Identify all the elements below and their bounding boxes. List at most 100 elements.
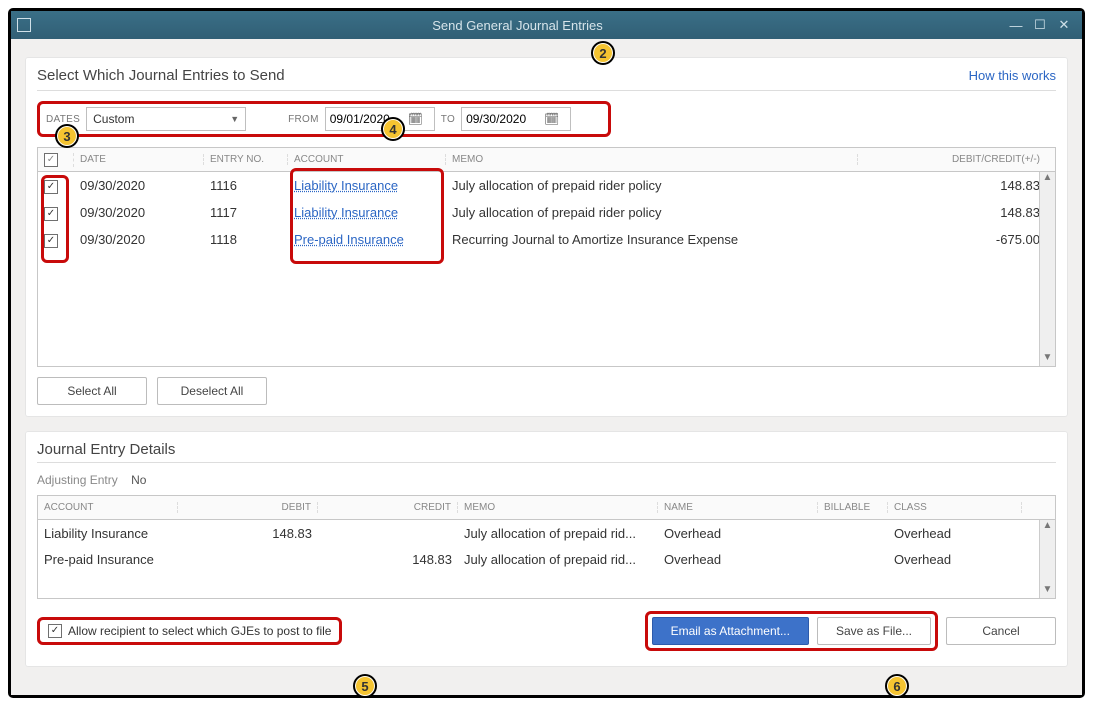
cell-entry: 1117 xyxy=(204,205,288,220)
dcell-account: Pre-paid Insurance xyxy=(38,552,178,567)
entries-table-header: ✓ DATE ENTRY NO. ACCOUNT MEMO DEBIT/CRED… xyxy=(38,148,1055,172)
details-table-header: ACCOUNT DEBIT CREDIT MEMO NAME BILLABLE … xyxy=(38,496,1055,520)
dcell-memo: July allocation of prepaid rid... xyxy=(458,552,658,567)
cell-amount: -675.00 xyxy=(858,232,1046,247)
to-date-field[interactable]: 🗓 xyxy=(461,107,571,131)
titlebar: Send General Journal Entries — ☐ ✕ xyxy=(11,11,1082,39)
scroll-down-icon[interactable]: ▼ xyxy=(1043,352,1053,366)
row-checkbox[interactable]: ✓ xyxy=(44,207,58,221)
dcol-credit[interactable]: CREDIT xyxy=(318,502,458,513)
scrollbar[interactable]: ▲ ▼ xyxy=(1039,172,1055,366)
to-label: TO xyxy=(441,114,455,125)
details-row[interactable]: Liability Insurance 148.83 July allocati… xyxy=(38,520,1055,546)
calendar-icon[interactable]: 🗓 xyxy=(408,112,423,126)
table-row xyxy=(38,334,1055,361)
cell-memo: July allocation of prepaid rider policy xyxy=(446,178,858,193)
details-row[interactable]: Pre-paid Insurance 148.83 July allocatio… xyxy=(38,546,1055,572)
from-date-field[interactable]: 🗓 xyxy=(325,107,435,131)
dcol-memo[interactable]: MEMO xyxy=(458,502,658,513)
col-account[interactable]: ACCOUNT xyxy=(288,154,446,165)
dcol-class[interactable]: CLASS xyxy=(888,502,1022,513)
scroll-up-icon[interactable]: ▲ xyxy=(1043,520,1053,534)
table-row xyxy=(38,253,1055,280)
dcol-name[interactable]: NAME xyxy=(658,502,818,513)
col-debit-credit[interactable]: DEBIT/CREDIT(+/-) xyxy=(858,154,1046,165)
cell-amount: 148.83 xyxy=(858,178,1046,193)
dcell-memo: July allocation of prepaid rid... xyxy=(458,526,658,541)
panel-heading: Select Which Journal Entries to Send xyxy=(37,67,285,84)
table-row[interactable]: ✓ 09/30/2020 1116 Liability Insurance Ju… xyxy=(38,172,1055,199)
adjusting-entry-label: Adjusting Entry xyxy=(37,473,118,487)
table-row[interactable]: ✓ 09/30/2020 1117 Liability Insurance Ju… xyxy=(38,199,1055,226)
dcol-account[interactable]: ACCOUNT xyxy=(38,502,178,513)
select-all-checkbox[interactable]: ✓ xyxy=(44,153,58,167)
save-as-file-button[interactable]: Save as File... xyxy=(817,617,931,645)
journal-entry-details-panel: Journal Entry Details Adjusting Entry No… xyxy=(25,431,1068,667)
cancel-button[interactable]: Cancel xyxy=(946,617,1056,645)
cell-date: 09/30/2020 xyxy=(74,178,204,193)
cell-memo: July allocation of prepaid rider policy xyxy=(446,205,858,220)
date-filter-bar: DATES Custom ▼ FROM 🗓 TO 🗓 xyxy=(37,101,611,137)
details-table: ACCOUNT DEBIT CREDIT MEMO NAME BILLABLE … xyxy=(37,495,1056,599)
client-area: 2 3 4 5 6 Select Which Journal Entries t… xyxy=(11,39,1082,695)
table-row[interactable]: ✓ 09/30/2020 1118 Pre-paid Insurance Rec… xyxy=(38,226,1055,253)
dcell-name: Overhead xyxy=(658,526,818,541)
cell-date: 09/30/2020 xyxy=(74,205,204,220)
annotation-2: 2 xyxy=(591,41,615,65)
cell-date: 09/30/2020 xyxy=(74,232,204,247)
col-entry-no[interactable]: ENTRY NO. xyxy=(204,154,288,165)
select-entries-panel: Select Which Journal Entries to Send How… xyxy=(25,57,1068,417)
annotation-6: 6 xyxy=(885,674,909,698)
deselect-all-button[interactable]: Deselect All xyxy=(157,377,267,405)
app-icon xyxy=(17,18,31,32)
divider xyxy=(37,462,1056,463)
scrollbar[interactable]: ▲ ▼ xyxy=(1039,520,1055,598)
scroll-up-icon[interactable]: ▲ xyxy=(1043,172,1053,186)
table-row xyxy=(38,280,1055,307)
calendar-icon[interactable]: 🗓 xyxy=(544,112,559,126)
cell-account-link[interactable]: Liability Insurance xyxy=(288,205,446,220)
dcol-debit[interactable]: DEBIT xyxy=(178,502,318,513)
dcell-class: Overhead xyxy=(888,526,1022,541)
cell-memo: Recurring Journal to Amortize Insurance … xyxy=(446,232,858,247)
window-title: Send General Journal Entries xyxy=(31,18,1004,33)
how-this-works-link[interactable]: How this works xyxy=(969,68,1056,83)
dcell-name: Overhead xyxy=(658,552,818,567)
dcell-account: Liability Insurance xyxy=(38,526,178,541)
scroll-down-icon[interactable]: ▼ xyxy=(1043,584,1053,598)
row-checkbox[interactable]: ✓ xyxy=(44,180,58,194)
allow-recipient-checkbox[interactable]: ✓ xyxy=(48,624,62,638)
close-button[interactable]: ✕ xyxy=(1052,16,1076,34)
date-preset-value: Custom xyxy=(93,112,134,126)
cell-account-link[interactable]: Liability Insurance xyxy=(288,178,446,193)
details-row xyxy=(38,572,1055,598)
dcol-billable[interactable]: BILLABLE xyxy=(818,502,888,513)
cell-account-link[interactable]: Pre-paid Insurance xyxy=(288,232,446,247)
dates-label: DATES xyxy=(46,114,80,125)
to-date-input[interactable] xyxy=(466,112,544,126)
annotation-3: 3 xyxy=(55,124,79,148)
email-as-attachment-button[interactable]: Email as Attachment... xyxy=(652,617,809,645)
app-window: Send General Journal Entries — ☐ ✕ 2 3 4… xyxy=(8,8,1085,698)
table-row xyxy=(38,307,1055,334)
col-date[interactable]: DATE xyxy=(74,154,204,165)
details-heading: Journal Entry Details xyxy=(37,441,1056,458)
row-checkbox[interactable]: ✓ xyxy=(44,234,58,248)
allow-recipient-label: Allow recipient to select which GJEs to … xyxy=(68,624,331,638)
adjusting-entry-row: Adjusting Entry No xyxy=(37,473,1056,487)
annotation-4: 4 xyxy=(381,117,405,141)
adjusting-entry-value: No xyxy=(131,473,146,487)
minimize-button[interactable]: — xyxy=(1004,16,1028,34)
from-label: FROM xyxy=(288,114,319,125)
select-all-button[interactable]: Select All xyxy=(37,377,147,405)
chevron-down-icon: ▼ xyxy=(230,114,239,124)
dcell-class: Overhead xyxy=(888,552,1022,567)
maximize-button[interactable]: ☐ xyxy=(1028,16,1052,34)
annotation-5: 5 xyxy=(353,674,377,698)
col-memo[interactable]: MEMO xyxy=(446,154,858,165)
entries-table: ✓ DATE ENTRY NO. ACCOUNT MEMO DEBIT/CRED… xyxy=(37,147,1056,367)
allow-recipient-box: ✓ Allow recipient to select which GJEs t… xyxy=(37,617,342,645)
divider xyxy=(37,90,1056,91)
date-preset-select[interactable]: Custom ▼ xyxy=(86,107,246,131)
cell-entry: 1116 xyxy=(204,178,288,193)
